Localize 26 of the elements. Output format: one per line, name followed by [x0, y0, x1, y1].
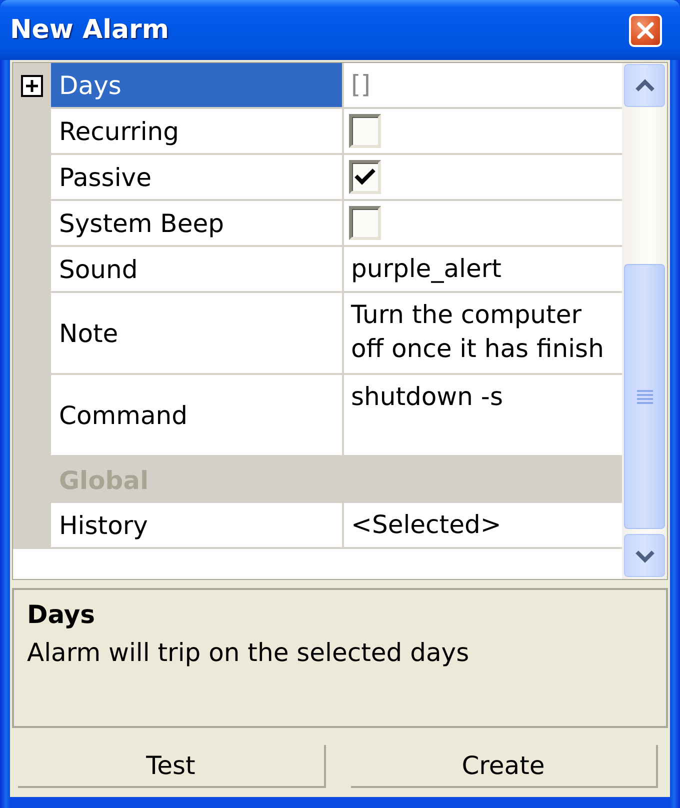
checkmark-icon [354, 167, 376, 187]
action-button[interactable]: Create [350, 745, 658, 788]
scroll-up-button[interactable] [624, 64, 665, 107]
chevron-down-icon [634, 548, 656, 562]
property-name[interactable]: System Beep [51, 201, 344, 247]
checkbox[interactable] [349, 206, 381, 240]
window-title: New Alarm [10, 15, 169, 45]
chevron-up-icon [634, 78, 656, 92]
checkbox[interactable] [349, 114, 381, 148]
grip-lines-icon [636, 388, 654, 404]
description-text: Alarm will trip on the selected days [27, 638, 470, 667]
plus-box-icon[interactable] [21, 75, 43, 97]
property-name[interactable]: Recurring [51, 109, 344, 155]
property-name[interactable]: Sound [51, 247, 344, 293]
close-button[interactable] [629, 14, 662, 46]
scrollbar-thumb[interactable] [624, 264, 665, 529]
description-title: Days [27, 600, 96, 629]
checkbox[interactable] [349, 160, 381, 194]
action-button[interactable]: Test [18, 745, 326, 788]
scroll-down-button[interactable] [624, 534, 665, 577]
property-name[interactable]: Command [51, 375, 344, 457]
property-name[interactable]: History [51, 503, 344, 549]
close-icon [636, 20, 655, 40]
property-name[interactable]: Passive [51, 155, 344, 201]
property-name[interactable]: Days [51, 63, 344, 109]
property-name[interactable]: Note [51, 293, 344, 375]
